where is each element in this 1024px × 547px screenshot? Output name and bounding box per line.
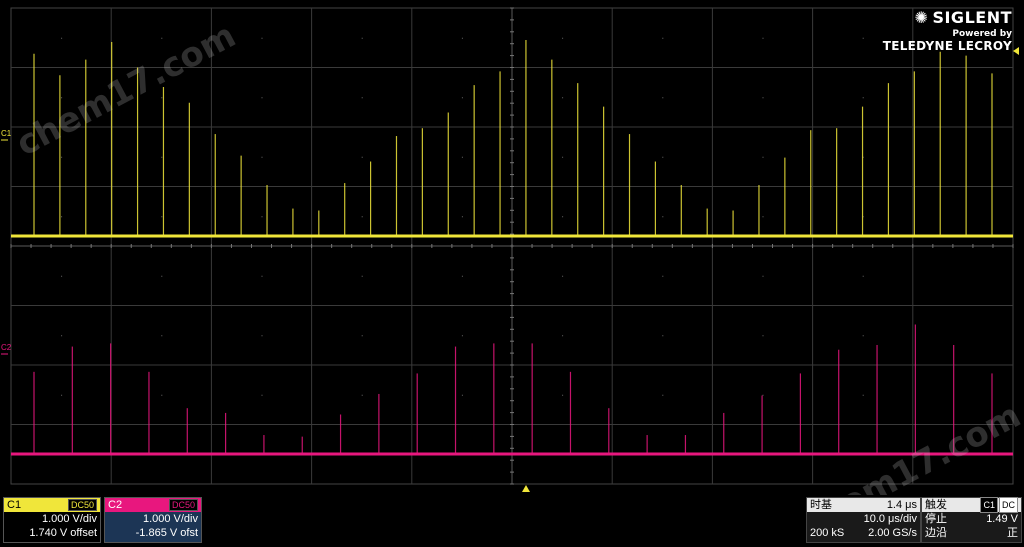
trigger-level-marker-icon (1013, 47, 1019, 55)
channel2-box[interactable]: C2 DC50 1.000 V/div -1.865 V ofst (104, 497, 202, 543)
timebase-delay: 1.4 μs (886, 499, 917, 511)
trigger-source: C1 (980, 497, 998, 513)
grid-dot (461, 156, 463, 158)
grid-dot (161, 156, 163, 158)
grid-dot (161, 216, 163, 218)
grid-dot (762, 37, 764, 39)
grid-dot (361, 156, 363, 158)
grid-dot (161, 97, 163, 99)
grid-dot (762, 97, 764, 99)
brand-logo: ✺ SIGLENT Powered by TELEDYNE LECROY (883, 8, 1012, 53)
grid-dot (562, 394, 564, 396)
grid-dot (261, 275, 263, 277)
trigger-coupling: DC (999, 497, 1018, 513)
grid-dot (562, 275, 564, 277)
grid-dot (261, 97, 263, 99)
grid-dot (361, 37, 363, 39)
siglent-swirl-icon: ✺ (914, 8, 929, 27)
grid-dot (562, 156, 564, 158)
grid-dot (461, 97, 463, 99)
grid-dot (61, 97, 63, 99)
grid-dot (862, 97, 864, 99)
timebase-rate: 2.00 GS/s (868, 527, 917, 539)
grid-dot (662, 156, 664, 158)
grid-dot (61, 37, 63, 39)
grid-dot (862, 335, 864, 337)
channel2-coupling: DC50 (168, 499, 198, 511)
trigger-type: 边沿 (925, 527, 947, 539)
grid-dot (562, 216, 564, 218)
timebase-points: 200 kS (810, 527, 845, 539)
grid-dot (562, 335, 564, 337)
channel2-label: C2 (108, 499, 123, 511)
grid-dot (61, 394, 63, 396)
grid-dot (662, 394, 664, 396)
channel1-coupling: DC50 (67, 499, 97, 511)
grid-dot (361, 97, 363, 99)
grid-dot (862, 394, 864, 396)
grid-dot (562, 97, 564, 99)
grid-dot (862, 37, 864, 39)
grid-dot (662, 216, 664, 218)
grid-dot (662, 97, 664, 99)
channel1-marker: C1 (1, 129, 12, 138)
grid-dot (261, 394, 263, 396)
channel2-scale: 1.000 V/div (142, 513, 198, 525)
channel1-label: C1 (7, 499, 22, 511)
brand-name: SIGLENT (932, 8, 1012, 27)
oscilloscope-screen: C1 C2 ✺ SIGLENT Powered by TELEDYNE LECROY… (0, 0, 1024, 547)
grid-dot (161, 37, 163, 39)
grid-dot (461, 37, 463, 39)
grid-dot (261, 156, 263, 158)
grid-dot (161, 394, 163, 396)
waveform-display: C1 C2 (1, 7, 1019, 492)
grid-dot (762, 156, 764, 158)
powered-by: Powered by (952, 29, 1012, 39)
timebase-scale: 10.0 μs/div (863, 513, 917, 525)
grid-dot (361, 216, 363, 218)
timebase-label: 时基 (810, 499, 832, 511)
grid-dot (261, 335, 263, 337)
grid-dot (862, 275, 864, 277)
grid-dot (361, 335, 363, 337)
grid-dot (461, 335, 463, 337)
channel2-marker: C2 (1, 343, 12, 352)
grid-dot (361, 394, 363, 396)
grid-dot (261, 216, 263, 218)
trigger-label: 触发 (925, 499, 947, 511)
trigger-position-marker-icon (522, 485, 530, 492)
grid-dot (61, 275, 63, 277)
grid-dot (61, 156, 63, 158)
grid-dot (762, 275, 764, 277)
grid-dot (662, 275, 664, 277)
grid-dot (461, 394, 463, 396)
trigger-level: 1.49 V (986, 513, 1018, 525)
trigger-slope: 正 (1007, 527, 1018, 539)
grid-dot (762, 335, 764, 337)
trigger-panel[interactable]: 触发 C1 DC 停止 1.49 V 边沿 正 (921, 497, 1022, 543)
channel1-box[interactable]: C1 DC50 1.000 V/div 1.740 V offset (3, 497, 101, 543)
grid-dot (461, 216, 463, 218)
channel1-offset: 1.740 V offset (29, 527, 97, 539)
trigger-state: 停止 (925, 513, 947, 525)
grid-dot (562, 37, 564, 39)
grid-dot (261, 37, 263, 39)
grid-dot (662, 335, 664, 337)
grid-dot (161, 335, 163, 337)
status-bar: C1 DC50 1.000 V/div 1.740 V offset C2 DC… (0, 495, 1024, 547)
grid-dot (762, 216, 764, 218)
partner-name: TELEDYNE LECROY (882, 39, 1012, 53)
grid-dot (61, 216, 63, 218)
grid-dot (662, 37, 664, 39)
grid-dot (61, 335, 63, 337)
channel1-scale: 1.000 V/div (41, 513, 97, 525)
channel2-offset: -1.865 V ofst (135, 527, 198, 539)
grid-dot (361, 275, 363, 277)
timebase-panel[interactable]: 时基 1.4 μs 10.0 μs/div 200 kS 2.00 GS/s (806, 497, 921, 543)
grid-dot (461, 275, 463, 277)
grid-dot (161, 275, 163, 277)
